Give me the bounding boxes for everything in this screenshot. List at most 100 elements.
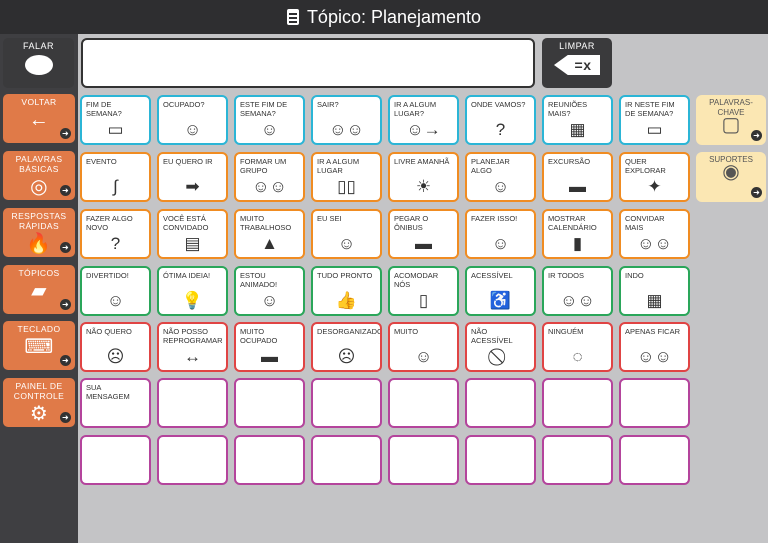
vocab-cell[interactable]: Não acessível ⃠ bbox=[465, 322, 536, 372]
vocab-cell[interactable]: Eu quero ir ➡ bbox=[157, 152, 228, 202]
vocab-cell[interactable] bbox=[619, 378, 690, 428]
vocab-cell[interactable] bbox=[388, 435, 459, 485]
cell-label: Reuniões mais? bbox=[548, 100, 588, 118]
sidebar-topics-button[interactable]: Tópicos ▰ ➜ bbox=[3, 265, 75, 314]
vocab-cell[interactable]: Ir todos ☺☺ bbox=[542, 266, 613, 316]
vocab-cell[interactable] bbox=[157, 435, 228, 485]
cell-label: Acessível bbox=[471, 271, 513, 280]
speak-button[interactable]: Falar bbox=[3, 38, 74, 88]
sidebar-control-panel-button[interactable]: Painel de controle ⚙ ➜ bbox=[3, 378, 75, 427]
keyword-button-0[interactable]: Palavras-chave ▢ ➜ bbox=[696, 95, 766, 145]
vocab-cell[interactable] bbox=[234, 435, 305, 485]
vocab-cell[interactable]: Quer explorar ✦ bbox=[619, 152, 690, 202]
vocab-cell[interactable]: Desorganizado ☹ bbox=[311, 322, 382, 372]
title-bar: Tópico: Planejamento bbox=[0, 0, 768, 34]
symbol-icon: ▤ bbox=[184, 234, 201, 253]
vocab-cell[interactable]: Apenas ficar ☺☺ bbox=[619, 322, 690, 372]
symbol-icon: ☺☺ bbox=[637, 234, 672, 253]
vocab-cell[interactable]: Indo ▦ bbox=[619, 266, 690, 316]
vocab-cell[interactable]: Muito ocupado ▬ bbox=[234, 322, 305, 372]
speak-label: Falar bbox=[22, 41, 54, 51]
cell-label: Fazer isso! bbox=[471, 214, 518, 223]
vocab-cell[interactable] bbox=[234, 378, 305, 428]
vocab-cell[interactable]: Sair? ☺☺ bbox=[311, 95, 382, 145]
arrow-right-icon: ➜ bbox=[60, 299, 71, 310]
vocab-cell[interactable]: Acomodar nós ▯ bbox=[388, 266, 459, 316]
cell-label: Eu quero ir bbox=[163, 157, 213, 166]
cell-label: Não quero bbox=[86, 327, 132, 336]
sidebar-quick-replies-button[interactable]: Respostas Rápidas 🔥 ➜ bbox=[3, 208, 75, 257]
cell-label: Não posso reprogramar bbox=[163, 327, 223, 345]
vocab-cell[interactable]: Muito trabalhoso ▲ bbox=[234, 209, 305, 259]
sidebar-label: Palavras Básicas bbox=[15, 154, 63, 174]
cell-label: Onde vamos? bbox=[471, 100, 526, 109]
sidebar-back-button[interactable]: Voltar ← ➜ bbox=[3, 94, 75, 143]
cell-label: Planejar algo bbox=[471, 157, 510, 175]
sidebar-basic-words-button[interactable]: Palavras Básicas ◎ ➜ bbox=[3, 151, 75, 200]
symbol-icon: ✦ bbox=[647, 177, 662, 196]
cell-label: Muito bbox=[394, 327, 419, 336]
notepad-icon: ▢ bbox=[721, 114, 741, 136]
cell-label: Excursão bbox=[548, 157, 591, 166]
keyword-button-1[interactable]: Suportes ◉ ➜ bbox=[696, 152, 766, 202]
sidebar-keyboard-button[interactable]: Teclado ⌨ ➜ bbox=[3, 321, 75, 370]
symbol-icon: ☀ bbox=[415, 177, 432, 196]
vocab-cell[interactable]: Ninguém ◌ bbox=[542, 322, 613, 372]
vocab-cell[interactable]: Tudo pronto 👍 bbox=[311, 266, 382, 316]
symbol-icon: ▲ bbox=[261, 234, 278, 253]
message-box[interactable] bbox=[81, 38, 535, 88]
cell-label: Muito ocupado bbox=[240, 327, 278, 345]
vocab-cell[interactable] bbox=[542, 378, 613, 428]
vocab-cell[interactable] bbox=[465, 378, 536, 428]
vocab-cell[interactable]: Planejar algo ☺ bbox=[465, 152, 536, 202]
cell-label: Apenas ficar bbox=[625, 327, 681, 336]
vocab-cell[interactable]: Ir neste fim de semana? ▭ bbox=[619, 95, 690, 145]
symbol-icon: ☺ bbox=[260, 120, 279, 139]
vocab-cell[interactable] bbox=[542, 435, 613, 485]
vocab-cell[interactable]: Eu sei ☺ bbox=[311, 209, 382, 259]
vocab-cell[interactable]: Formar um grupo ☺☺ bbox=[234, 152, 305, 202]
clear-button[interactable]: Limpar =x bbox=[542, 38, 612, 88]
vocab-cell[interactable]: Ocupado? ☺ bbox=[157, 95, 228, 145]
vocab-cell[interactable]: Fazer isso! ☺ bbox=[465, 209, 536, 259]
vocab-cell[interactable] bbox=[157, 378, 228, 428]
vocab-cell[interactable]: Muito ☺ bbox=[388, 322, 459, 372]
vocab-cell[interactable]: Ir a algum lugar? ☺→ bbox=[388, 95, 459, 145]
vocab-cell[interactable] bbox=[465, 435, 536, 485]
vocab-cell[interactable] bbox=[80, 435, 151, 485]
vocab-cell[interactable]: Onde vamos? ? bbox=[465, 95, 536, 145]
vocab-cell[interactable]: Ir a algum lugar ▯▯ bbox=[311, 152, 382, 202]
vocab-cell[interactable]: Excursão ▬ bbox=[542, 152, 613, 202]
vocab-cell[interactable]: Você está convidado ▤ bbox=[157, 209, 228, 259]
vocab-cell[interactable] bbox=[619, 435, 690, 485]
cell-label: Ir a algum lugar? bbox=[394, 100, 437, 118]
symbol-icon: ? bbox=[110, 234, 121, 253]
vocab-cell[interactable] bbox=[311, 435, 382, 485]
vocab-cell[interactable]: Não posso reprogramar ↔ bbox=[157, 322, 228, 372]
symbol-icon: ☺ bbox=[414, 347, 433, 366]
vocab-cell[interactable]: Pegar o ônibus ▬ bbox=[388, 209, 459, 259]
vocab-cell[interactable]: Ótima ideia! 💡 bbox=[157, 266, 228, 316]
vocab-cell[interactable] bbox=[388, 378, 459, 428]
vocab-cell[interactable]: Divertido! ☺ bbox=[80, 266, 151, 316]
vocab-cell[interactable]: Fim de semana? ▭ bbox=[80, 95, 151, 145]
vocab-cell[interactable]: Acessível ♿ bbox=[465, 266, 536, 316]
cell-label: Ninguém bbox=[548, 327, 584, 336]
vocab-cell[interactable]: Convidar mais ☺☺ bbox=[619, 209, 690, 259]
vocab-cell[interactable]: Este fim de semana? ☺ bbox=[234, 95, 305, 145]
vocab-cell[interactable]: Sua mensagem bbox=[80, 378, 151, 428]
symbol-icon: ☹ bbox=[337, 347, 356, 366]
vocab-cell[interactable]: Evento ∫ bbox=[80, 152, 151, 202]
vocab-cell[interactable]: Livre amanhã ☀ bbox=[388, 152, 459, 202]
vocab-cell[interactable]: Não quero ☹ bbox=[80, 322, 151, 372]
cell-label: Muito trabalhoso bbox=[240, 214, 292, 232]
backspace-clear-icon: =x bbox=[554, 55, 600, 75]
vocab-cell[interactable]: Estou animado! ☺ bbox=[234, 266, 305, 316]
vocab-cell[interactable]: Mostrar calendário ▮ bbox=[542, 209, 613, 259]
symbol-icon: ☺ bbox=[260, 291, 279, 310]
vocab-cell[interactable]: Fazer algo novo ? bbox=[80, 209, 151, 259]
arrow-right-icon: ➜ bbox=[60, 185, 71, 196]
cell-label: Eu sei bbox=[317, 214, 342, 223]
vocab-cell[interactable] bbox=[311, 378, 382, 428]
vocab-cell[interactable]: Reuniões mais? ▦ bbox=[542, 95, 613, 145]
